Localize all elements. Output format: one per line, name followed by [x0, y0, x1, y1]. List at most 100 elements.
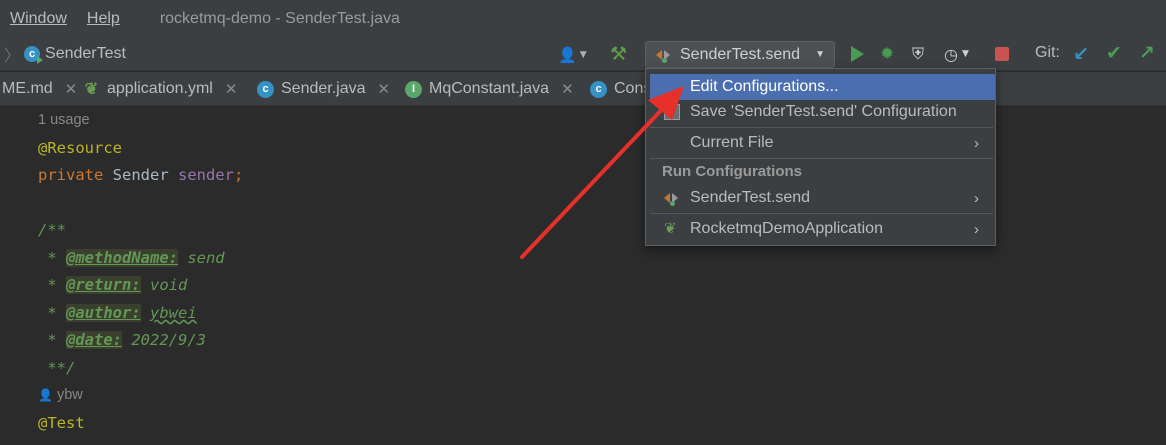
chevron-right-icon: › [974, 134, 979, 152]
spring-leaf-icon: ❦ [84, 81, 99, 98]
debug-icon[interactable]: ✹ [880, 44, 900, 64]
author-hint-label: ybw [56, 387, 83, 403]
code-line-partial [38, 439, 114, 445]
coverage-icon[interactable]: ⛨ [912, 44, 932, 64]
menu-item-label: Edit Configurations... [690, 78, 839, 95]
user-icon: 👤 [558, 46, 577, 64]
run-configuration-label: SenderTest.send [680, 45, 801, 63]
doc-tag: @return: [66, 276, 141, 294]
code-line: @Test [38, 414, 85, 432]
doc-value: void [140, 276, 188, 294]
doc-open: /** [38, 221, 66, 239]
profile-icon[interactable]: ◷ ▼ [944, 44, 978, 64]
menu-window-label: Window [10, 9, 67, 27]
field-name: sender [177, 166, 234, 184]
edit-configurations-item[interactable]: Edit Configurations... [650, 74, 995, 100]
class-icon: c [590, 80, 607, 98]
menu-item-label: SenderTest.send [690, 189, 811, 206]
doc-close: **/ [38, 359, 76, 377]
close-icon[interactable]: ✕ [225, 80, 238, 98]
breadcrumb[interactable]: 〉 c SenderTest [4, 42, 126, 66]
tab-readme[interactable]: ME.md ✕ [2, 72, 77, 106]
author-hint[interactable]: 👤 ybw [38, 387, 83, 403]
tab-label: Sender.java [281, 80, 366, 97]
menu-window[interactable]: Window [10, 10, 67, 28]
run-configuration-popup: Edit Configurations... Save 'SenderTest.… [645, 68, 996, 246]
tab-label: ME.md [2, 80, 53, 97]
stop-icon[interactable] [995, 47, 1009, 61]
run-config-sendertest-item[interactable]: SenderTest.send › [650, 185, 995, 211]
run-configuration-selector[interactable]: SenderTest.send ▼ [645, 41, 835, 68]
chevron-down-icon: ▼ [815, 49, 825, 60]
code-line: @Resource [38, 139, 122, 157]
code-line: * @methodName: send [38, 249, 225, 267]
menu-item-label: Current File [690, 134, 774, 151]
person-icon: 👤 [38, 388, 53, 402]
doc-value: 2022/9/3 [122, 331, 206, 349]
test-class-icon: c [24, 46, 44, 64]
run-config-rocketmq-item[interactable]: ❦ RocketmqDemoApplication › [650, 216, 995, 242]
tab-application-yml[interactable]: ❦ application.yml ✕ [83, 72, 238, 106]
tab-label: application.yml [107, 80, 213, 97]
chevron-down-icon: ▼ [579, 50, 587, 60]
class-icon: c [257, 80, 274, 98]
separator [650, 127, 993, 128]
code-line: /** [38, 221, 66, 239]
tab-mqconstant-java[interactable]: I MqConstant.java ✕ [405, 72, 574, 106]
menu-help[interactable]: Help [87, 10, 120, 28]
code-line: * @author: ybwei [38, 304, 197, 322]
breadcrumb-separator-icon: 〉 [4, 48, 21, 65]
code-line: * @return: void [38, 276, 187, 294]
chevron-down-icon: ▼ [961, 49, 969, 59]
doc-tag: @date: [66, 331, 122, 349]
git-label: Git: [1035, 44, 1060, 61]
tab-sender-java[interactable]: c Sender.java ✕ [257, 72, 390, 106]
window-title: rocketmq-demo - SenderTest.java [159, 9, 400, 27]
separator [650, 158, 993, 159]
doc-star: * [38, 276, 66, 294]
current-file-item[interactable]: Current File › [650, 130, 995, 156]
semicolon: ; [233, 166, 244, 184]
doc-tag: @methodName: [66, 249, 178, 267]
keyword: private [38, 166, 104, 184]
build-hammer-icon[interactable]: ⚒ [610, 43, 627, 65]
git-commit-icon[interactable]: ✔ [1106, 42, 1122, 64]
git-push-icon[interactable]: ↗ [1139, 42, 1155, 64]
doc-value: send [177, 249, 225, 267]
annotation-test: @Test [38, 414, 85, 432]
doc-star: * [38, 249, 66, 267]
junit-config-icon [664, 190, 682, 206]
code-line: private Sender sender; [38, 166, 243, 184]
menu-help-label: Help [86, 9, 120, 27]
annotation-resource: @Resource [38, 139, 122, 157]
junit-config-icon [656, 47, 674, 63]
code-line: **/ [38, 359, 75, 377]
breadcrumb-label: SenderTest [45, 45, 126, 62]
type-name: Sender [103, 166, 178, 184]
menu-item-label: Save 'SenderTest.send' Configuration [690, 103, 957, 120]
tab-cons[interactable]: c Cons [590, 72, 651, 106]
menu-bar: Window Help rocketmq-demo - SenderTest.j… [0, 0, 1166, 37]
navigation-toolbar: 〉 c SenderTest 👤 ▼ ⚒ SenderTest.send ▼ ✹ … [0, 37, 1166, 71]
spring-boot-icon: ❦ [664, 220, 677, 237]
doc-star: * [38, 304, 66, 322]
code-line: * @date: 2022/9/3 [38, 331, 206, 349]
menu-item-label: RocketmqDemoApplication [690, 220, 883, 237]
usage-hint[interactable]: 1 usage [38, 112, 90, 128]
git-update-icon[interactable]: ↙ [1073, 43, 1089, 65]
user-dropdown-button[interactable]: 👤 ▼ [558, 45, 587, 65]
chevron-right-icon: › [974, 189, 979, 207]
save-icon [664, 104, 680, 120]
tab-label: MqConstant.java [429, 80, 550, 97]
close-icon[interactable]: ✕ [65, 80, 78, 98]
save-configuration-item[interactable]: Save 'SenderTest.send' Configuration [650, 99, 995, 125]
doc-star: * [38, 331, 66, 349]
close-icon[interactable]: ✕ [561, 80, 574, 98]
run-configurations-header: Run Configurations [662, 163, 802, 180]
doc-tag: @author: [66, 304, 141, 322]
chevron-right-icon: › [974, 220, 979, 238]
close-icon[interactable]: ✕ [378, 80, 391, 98]
doc-value: ybwei [150, 304, 197, 322]
run-icon[interactable] [851, 46, 864, 62]
separator [650, 213, 993, 214]
